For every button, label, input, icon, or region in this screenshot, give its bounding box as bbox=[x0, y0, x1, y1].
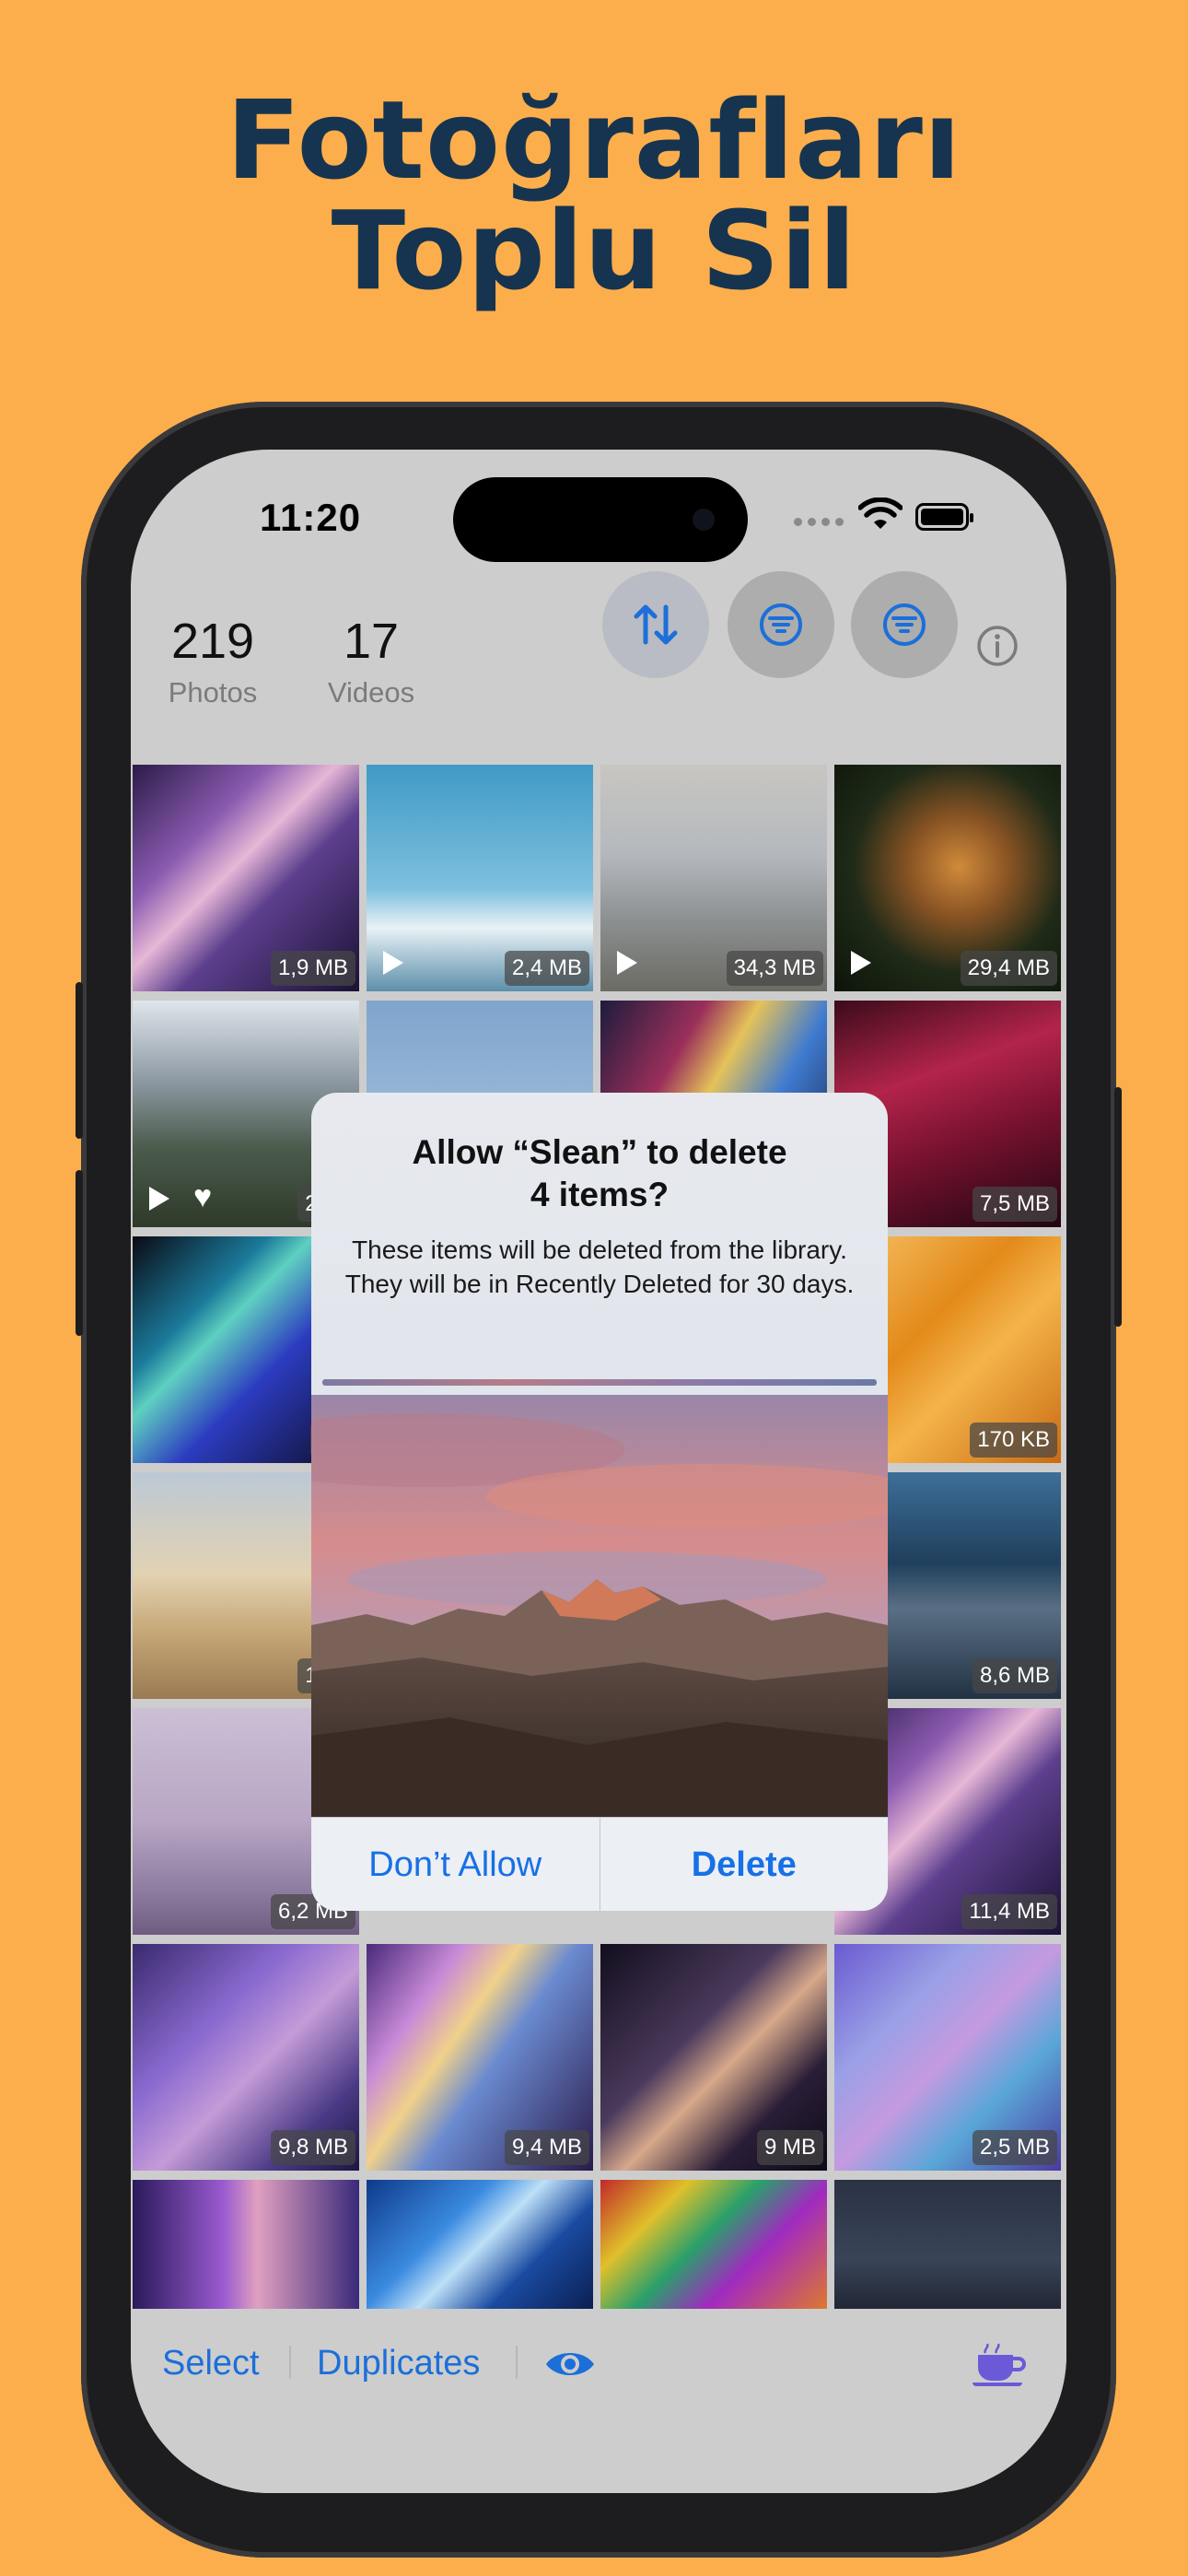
photos-label: Photos bbox=[168, 676, 258, 708]
file-size-badge: 34,3 MB bbox=[726, 951, 823, 986]
action-button bbox=[76, 982, 83, 1139]
videos-label: Videos bbox=[327, 676, 415, 708]
delete-permission-dialog: Allow “Slean” to delete 4 items? These i… bbox=[311, 1093, 888, 1911]
filter-icon bbox=[760, 603, 802, 646]
play-icon bbox=[149, 1187, 169, 1211]
dialog-message: These items will be deleted from the lib… bbox=[344, 1235, 855, 1298]
headline-line-1: Fotoğrafları bbox=[226, 76, 962, 204]
dialog-title: Allow “Slean” to delete 4 items? bbox=[311, 1131, 888, 1216]
phone-screen: 11:20 219 Photos 17 Videos 1,9 MB 2,4 MB… bbox=[131, 450, 1066, 2493]
dont-allow-button[interactable]: Don’t Allow bbox=[311, 1818, 600, 1911]
file-size-badge: 11,4 MB bbox=[961, 1894, 1057, 1929]
signal-dots-icon bbox=[794, 518, 844, 526]
camera-icon bbox=[693, 509, 715, 531]
toolbar-divider bbox=[289, 2346, 291, 2379]
headline: Fotoğrafları Toplu Sil bbox=[0, 85, 1188, 306]
volume-button bbox=[76, 1170, 83, 1336]
filter-button[interactable] bbox=[728, 571, 834, 678]
photo-tile[interactable]: 29,4 MB bbox=[834, 765, 1061, 991]
info-icon[interactable] bbox=[976, 625, 1019, 667]
play-icon bbox=[851, 951, 871, 975]
wifi-icon bbox=[858, 498, 903, 529]
dialog-title-line-2: 4 items? bbox=[530, 1176, 670, 1213]
heart-icon: ♥ bbox=[193, 1179, 213, 1214]
power-button bbox=[1114, 1087, 1122, 1327]
file-size-badge: 7,5 MB bbox=[972, 1187, 1057, 1222]
preview-image bbox=[311, 1395, 888, 1817]
videos-stat: 17 Videos bbox=[320, 614, 422, 709]
photo-tile[interactable]: 9,8 MB bbox=[133, 1944, 359, 2171]
file-size-badge: 9,8 MB bbox=[270, 2130, 355, 2165]
photo-tile[interactable]: 2,4 MB bbox=[367, 765, 593, 991]
stacked-items-edge bbox=[322, 1379, 877, 1386]
photo-tile[interactable] bbox=[834, 2180, 1061, 2313]
file-size-badge: 2,5 MB bbox=[972, 2130, 1057, 2165]
play-icon bbox=[617, 951, 637, 975]
file-size-badge: 9 MB bbox=[756, 2130, 823, 2165]
photo-tile[interactable] bbox=[367, 2180, 593, 2313]
photo-tile[interactable]: 1,9 MB bbox=[133, 765, 359, 991]
battery-icon bbox=[915, 503, 973, 531]
headline-line-2: Toplu Sil bbox=[331, 187, 857, 314]
status-time: 11:20 bbox=[260, 496, 362, 539]
toolbar-divider bbox=[516, 2346, 518, 2379]
videos-count: 17 bbox=[343, 614, 400, 669]
file-size-badge: 8,6 MB bbox=[972, 1658, 1057, 1693]
file-size-badge: 170 KB bbox=[970, 1423, 1057, 1458]
duplicates-button[interactable]: Duplicates bbox=[317, 2344, 480, 2383]
coffee-cup-icon[interactable] bbox=[971, 2342, 1028, 2390]
dynamic-island bbox=[453, 477, 748, 562]
sort-button[interactable] bbox=[602, 571, 709, 678]
bottom-toolbar: Select Duplicates bbox=[131, 2309, 1066, 2493]
stacked-items-edge bbox=[320, 1388, 879, 1390]
select-button[interactable]: Select bbox=[162, 2344, 260, 2383]
delete-button[interactable]: Delete bbox=[600, 1818, 889, 1911]
file-size-badge: 1,9 MB bbox=[270, 951, 355, 986]
photo-tile[interactable]: 2,5 MB bbox=[834, 1944, 1061, 2171]
filter-icon bbox=[883, 603, 926, 646]
file-size-badge: 2,4 MB bbox=[504, 951, 589, 986]
dialog-button-row: Don’t Allow Delete bbox=[311, 1817, 888, 1911]
photo-tile[interactable] bbox=[133, 2180, 359, 2313]
photos-stat: 219 Photos bbox=[162, 614, 263, 709]
photo-tile[interactable]: 9 MB bbox=[600, 1944, 827, 2171]
file-size-badge: 9,4 MB bbox=[504, 2130, 589, 2165]
eye-icon[interactable] bbox=[543, 2346, 597, 2383]
photo-tile[interactable]: 9,4 MB bbox=[367, 1944, 593, 2171]
file-size-badge: 29,4 MB bbox=[960, 951, 1057, 986]
photos-count: 219 bbox=[170, 614, 255, 669]
sort-icon bbox=[634, 604, 678, 645]
photo-tile[interactable] bbox=[600, 2180, 827, 2313]
dialog-title-line-1: Allow “Slean” to delete bbox=[412, 1133, 787, 1171]
photo-tile[interactable]: 34,3 MB bbox=[600, 765, 827, 991]
filter-options-button[interactable] bbox=[851, 571, 958, 678]
play-icon bbox=[383, 951, 403, 975]
